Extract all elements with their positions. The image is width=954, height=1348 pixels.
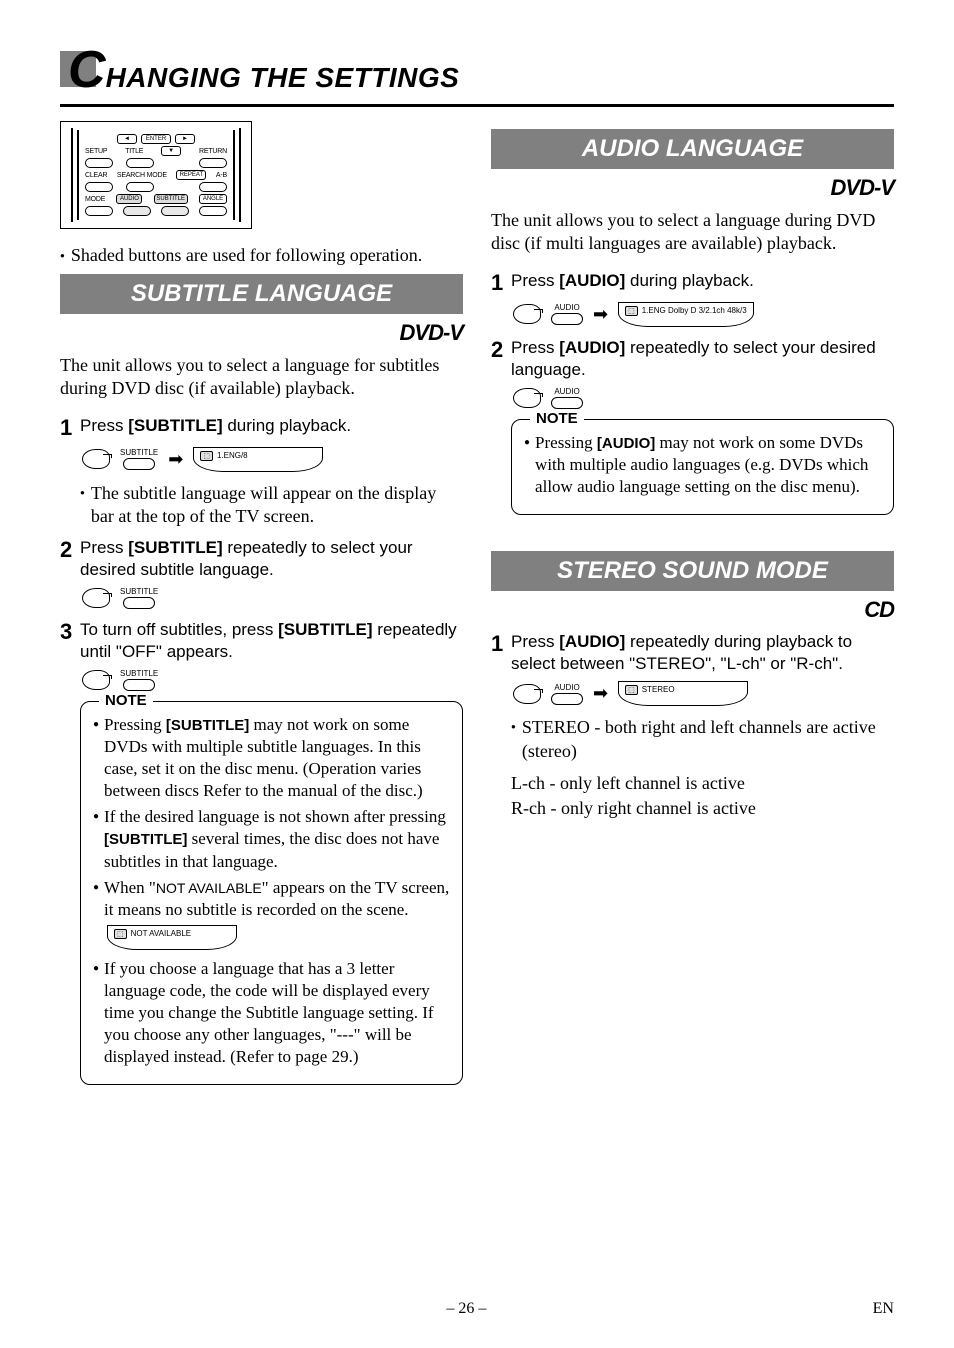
remote-title-label: TITLE [125,148,143,155]
step-number: 2 [60,537,80,581]
note-title: NOTE [99,692,153,709]
cd-badge: CD [491,597,894,623]
audio-step1-graphic: AUDIO ➡ ⬚1.ENG Dolby D 3/2.1ch 48k/3 [513,302,894,327]
remote-right-icon: ► [175,134,195,144]
hand-icon [82,670,110,690]
subtitle-step1-note: The subtitle language will appear on the… [80,482,463,529]
note-title: NOTE [530,410,584,427]
remote-angle-label: ANGLE [199,194,227,204]
audio-button-label: AUDIO [554,683,579,692]
subtitle-step-2: 2 Press [SUBTITLE] repeatedly to select … [60,537,463,581]
page-footer: – 26 – EN [0,1300,954,1318]
osd-subtitle-display: ⬚1.ENG/8 [193,447,323,472]
page-title-rest: HANGING THE SETTINGS [106,62,460,94]
hand-icon [82,449,110,469]
stereo-desc-bullet: STEREO - both right and left channels ar… [511,716,894,763]
remote-left-icon: ◄ [117,134,137,144]
subtitle-button-label: SUBTITLE [120,448,158,457]
page-lang: EN [873,1300,894,1318]
dvd-v-badge-2: DVD-V [491,175,894,201]
step-number: 1 [491,631,511,675]
stereo-step1-graphic: AUDIO ➡ ⬚STEREO [513,681,894,706]
content-columns: ◄ ENTER ► SETUP TITLE ▼ RETURN CLEAR SEA… [60,121,894,1095]
page-header: C HANGING THE SETTINGS [60,40,894,107]
subtitle-note-box: NOTE ●Pressing [SUBTITLE] may not work o… [80,701,463,1085]
shaded-buttons-note: Shaded buttons are used for following op… [60,245,463,266]
subtitle-button-label: SUBTITLE [120,669,158,678]
audio-intro: The unit allows you to select a language… [491,209,894,256]
stereo-desc-rch: R-ch - only right channel is active [511,796,894,820]
hand-icon [513,388,541,408]
stereo-sound-header: STEREO SOUND MODE [491,551,894,591]
step-number: 3 [60,619,80,663]
remote-down-icon: ▼ [161,146,181,156]
subtitle-step-1: 1 Press [SUBTITLE] during playback. [60,415,463,441]
remote-search-label: SEARCH MODE [117,172,167,179]
audio-step-1: 1 Press [AUDIO] during playback. [491,270,894,296]
remote-return-label: RETURN [199,148,227,155]
hand-icon [513,684,541,704]
arrow-icon: ➡ [168,449,183,470]
page-number: – 26 – [446,1300,486,1318]
hand-icon [513,304,541,324]
dvd-v-badge-1: DVD-V [60,320,463,346]
step-number: 2 [491,337,511,381]
remote-clear-label: CLEAR [85,172,107,179]
stereo-desc-lch: L-ch - only left channel is active [511,771,894,795]
remote-mode-label: MODE [85,196,105,203]
remote-enter-btn: ENTER [141,134,171,144]
step1-graphic: SUBTITLE ➡ ⬚1.ENG/8 [82,447,463,472]
remote-audio-label: AUDIO [116,194,142,204]
stereo-step-1: 1 Press [AUDIO] repeatedly during playba… [491,631,894,675]
step-number: 1 [60,415,80,441]
audio-note-box: NOTE ●Pressing [AUDIO] may not work on s… [511,419,894,515]
step2-graphic: SUBTITLE [82,587,463,609]
audio-button-label: AUDIO [554,303,579,312]
remote-setup-label: SETUP [85,148,107,155]
osd-not-available: ⬚NOT AVAILABLE [107,925,237,950]
step3-graphic: SUBTITLE [82,669,463,691]
right-column: AUDIO LANGUAGE DVD-V The unit allows you… [491,121,894,1095]
arrow-icon: ➡ [593,683,608,704]
subtitle-intro: The unit allows you to select a language… [60,354,463,401]
osd-stereo-display: ⬚STEREO [618,681,748,706]
subtitle-button-label: SUBTITLE [120,587,158,596]
subtitle-language-header: SUBTITLE LANGUAGE [60,274,463,314]
left-column: ◄ ENTER ► SETUP TITLE ▼ RETURN CLEAR SEA… [60,121,463,1095]
audio-language-header: AUDIO LANGUAGE [491,129,894,169]
osd-audio-display: ⬚1.ENG Dolby D 3/2.1ch 48k/3 [618,302,754,327]
audio-step2-graphic: AUDIO [513,387,894,409]
audio-button-label: AUDIO [554,387,579,396]
audio-step-2: 2 Press [AUDIO] repeatedly to select you… [491,337,894,381]
remote-diagram: ◄ ENTER ► SETUP TITLE ▼ RETURN CLEAR SEA… [60,121,252,229]
arrow-icon: ➡ [593,304,608,325]
page-title-first-letter: C [68,40,106,100]
hand-icon [82,588,110,608]
step-number: 1 [491,270,511,296]
remote-subtitle-label: SUBTITLE [154,194,188,204]
subtitle-step-3: 3 To turn off subtitles, press [SUBTITLE… [60,619,463,663]
remote-repeat-label: REPEAT [176,170,206,180]
remote-ab-label: A-B [216,172,227,179]
